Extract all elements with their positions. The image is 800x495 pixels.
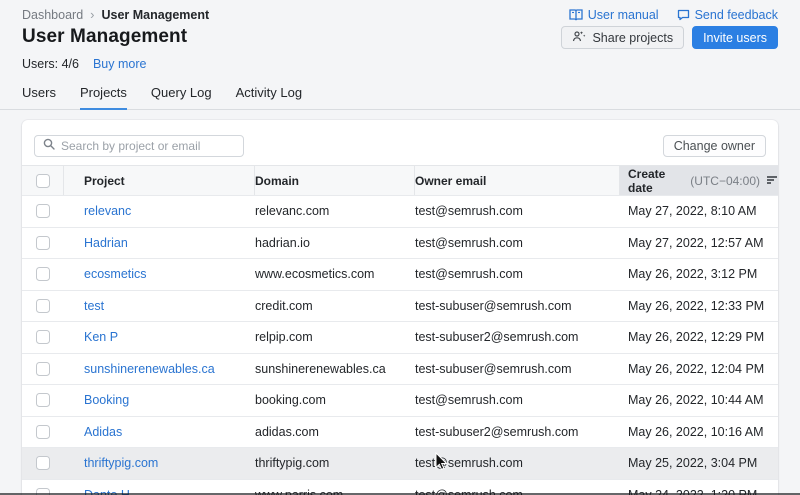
- create-date-cell: May 25, 2022, 3:04 PM: [620, 456, 778, 470]
- domain-cell: thriftypig.com: [255, 456, 415, 470]
- owner-email-cell: test-subuser@semrush.com: [415, 362, 620, 376]
- owner-email-cell: test@semrush.com: [415, 236, 620, 250]
- page-title: User Management: [22, 26, 187, 48]
- user-manual-link[interactable]: User manual: [569, 8, 659, 22]
- sort-descending-icon[interactable]: [766, 174, 778, 188]
- column-header-owner-email[interactable]: Owner email: [415, 166, 620, 195]
- domain-cell: credit.com: [255, 299, 415, 313]
- users-count: Users: 4/6: [22, 57, 79, 71]
- share-projects-people-icon: [572, 30, 586, 45]
- create-date-timezone: (UTC−04:00): [690, 174, 760, 188]
- user-manual-book-icon: [569, 9, 583, 21]
- table-row[interactable]: Booking booking.com test@semrush.com May…: [22, 384, 778, 416]
- invite-users-button[interactable]: Invite users: [692, 26, 778, 49]
- create-date-cell: May 27, 2022, 8:10 AM: [620, 204, 778, 218]
- table-row[interactable]: Hadrian hadrian.io test@semrush.com May …: [22, 227, 778, 259]
- select-all-checkbox[interactable]: [36, 174, 50, 188]
- row-checkbox[interactable]: [36, 393, 50, 407]
- change-owner-button[interactable]: Change owner: [663, 135, 766, 157]
- domain-cell: adidas.com: [255, 425, 415, 439]
- row-checkbox[interactable]: [36, 267, 50, 281]
- share-projects-label: Share projects: [592, 31, 673, 45]
- tab-users[interactable]: Users: [22, 85, 56, 110]
- project-link[interactable]: ecosmetics: [84, 267, 147, 281]
- owner-email-cell: test-subuser@semrush.com: [415, 299, 620, 313]
- table-header-row: Project Domain Owner email Create date (…: [22, 165, 778, 195]
- owner-email-cell: test-subuser2@semrush.com: [415, 425, 620, 439]
- project-link[interactable]: Hadrian: [84, 236, 128, 250]
- owner-email-cell: test@semrush.com: [415, 393, 620, 407]
- project-link[interactable]: Ken P: [84, 330, 118, 344]
- domain-cell: relpip.com: [255, 330, 415, 344]
- create-date-cell: May 26, 2022, 3:12 PM: [620, 267, 778, 281]
- domain-cell: booking.com: [255, 393, 415, 407]
- table-row[interactable]: relevanc relevanc.com test@semrush.com M…: [22, 195, 778, 227]
- project-link[interactable]: test: [84, 299, 104, 313]
- send-feedback-link[interactable]: Send feedback: [677, 8, 778, 22]
- buy-more-link[interactable]: Buy more: [93, 57, 147, 71]
- row-checkbox[interactable]: [36, 299, 50, 313]
- search-box[interactable]: [34, 135, 244, 157]
- table-row[interactable]: thriftypig.com thriftypig.com test@semru…: [22, 447, 778, 479]
- tab-query-log[interactable]: Query Log: [151, 85, 212, 110]
- column-header-create-date[interactable]: Create date (UTC−04:00): [620, 166, 778, 195]
- create-date-cell: May 26, 2022, 12:04 PM: [620, 362, 778, 376]
- table-row[interactable]: sunshinerenewables.ca sunshinerenewables…: [22, 353, 778, 385]
- invite-users-label: Invite users: [703, 31, 767, 45]
- owner-email-cell: test@semrush.com: [415, 204, 620, 218]
- project-link[interactable]: Booking: [84, 393, 129, 407]
- domain-cell: hadrian.io: [255, 236, 415, 250]
- create-date-cell: May 26, 2022, 12:33 PM: [620, 299, 778, 313]
- row-checkbox[interactable]: [36, 425, 50, 439]
- project-link[interactable]: sunshinerenewables.ca: [84, 362, 215, 376]
- domain-cell: sunshinerenewables.ca: [255, 362, 415, 376]
- send-feedback-label: Send feedback: [695, 8, 778, 22]
- domain-cell: www.ecosmetics.com: [255, 267, 415, 281]
- create-date-cell: May 26, 2022, 12:29 PM: [620, 330, 778, 344]
- project-link[interactable]: relevanc: [84, 204, 131, 218]
- row-checkbox[interactable]: [36, 236, 50, 250]
- owner-email-cell: test@semrush.com: [415, 456, 620, 470]
- change-owner-label: Change owner: [674, 139, 755, 153]
- breadcrumb-current: User Management: [102, 8, 210, 22]
- top-header: Dashboard › User Management User manual …: [0, 0, 800, 110]
- column-header-project[interactable]: Project: [64, 166, 255, 195]
- table-row[interactable]: ecosmetics www.ecosmetics.com test@semru…: [22, 258, 778, 290]
- create-date-cell: May 26, 2022, 10:44 AM: [620, 393, 778, 407]
- table-body: relevanc relevanc.com test@semrush.com M…: [22, 195, 778, 495]
- projects-table: Project Domain Owner email Create date (…: [22, 165, 778, 495]
- table-row[interactable]: Ken P relpip.com test-subuser2@semrush.c…: [22, 321, 778, 353]
- send-feedback-bubble-icon: [677, 9, 690, 21]
- table-row[interactable]: test credit.com test-subuser@semrush.com…: [22, 290, 778, 322]
- tab-activity-log[interactable]: Activity Log: [236, 85, 302, 110]
- owner-email-cell: test@semrush.com: [415, 267, 620, 281]
- breadcrumb: Dashboard › User Management: [22, 8, 209, 22]
- search-icon: [43, 137, 55, 155]
- column-header-domain[interactable]: Domain: [255, 166, 415, 195]
- row-checkbox[interactable]: [36, 204, 50, 218]
- user-manual-label: User manual: [588, 8, 659, 22]
- breadcrumb-dashboard[interactable]: Dashboard: [22, 8, 83, 22]
- project-link[interactable]: Adidas: [84, 425, 122, 439]
- share-projects-button[interactable]: Share projects: [561, 26, 684, 49]
- search-input[interactable]: [61, 139, 235, 153]
- row-checkbox[interactable]: [36, 362, 50, 376]
- breadcrumb-chevron-icon: ›: [90, 8, 94, 21]
- owner-email-cell: test-subuser2@semrush.com: [415, 330, 620, 344]
- create-date-cell: May 27, 2022, 12:57 AM: [620, 236, 778, 250]
- create-date-cell: May 26, 2022, 10:16 AM: [620, 425, 778, 439]
- tab-projects[interactable]: Projects: [80, 85, 127, 110]
- projects-panel: Change owner Project Domain Owner email …: [22, 120, 778, 495]
- project-link[interactable]: thriftypig.com: [84, 456, 158, 470]
- row-checkbox[interactable]: [36, 456, 50, 470]
- create-date-label: Create date: [628, 167, 686, 195]
- domain-cell: relevanc.com: [255, 204, 415, 218]
- row-checkbox[interactable]: [36, 330, 50, 344]
- table-row[interactable]: Adidas adidas.com test-subuser2@semrush.…: [22, 416, 778, 448]
- tab-bar: Users Projects Query Log Activity Log: [22, 85, 778, 110]
